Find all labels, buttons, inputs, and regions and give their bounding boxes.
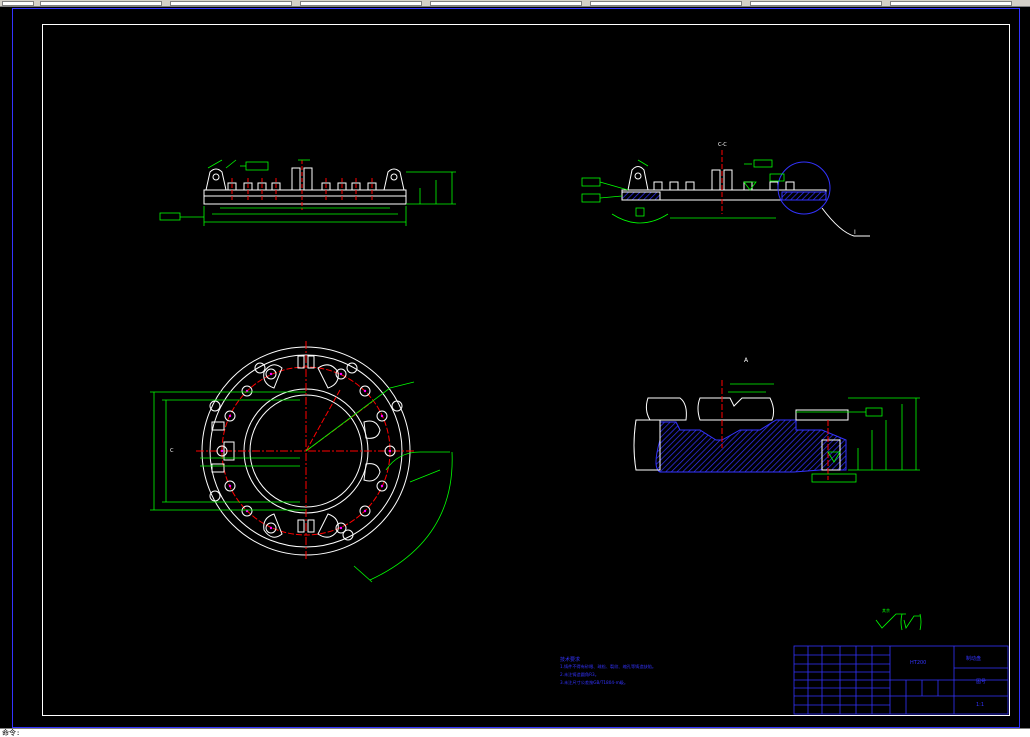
section-title: C-C <box>718 142 727 148</box>
section-boss-a <box>711 169 721 191</box>
tech-req-line: 2.未注铸造圆角R3。 <box>560 671 599 678</box>
section-a-label: A <box>744 357 749 364</box>
section-view-cc: I C-C <box>581 142 870 237</box>
title-block-material: HT200 <box>910 660 926 666</box>
section-a-view: A <box>633 357 920 483</box>
section-boss-b <box>723 169 733 191</box>
left-lug-hole <box>212 173 220 181</box>
front-view-top-left <box>159 159 456 226</box>
detail-label: I <box>854 229 856 236</box>
tech-req-title: 技术要求 <box>560 656 580 663</box>
right-lug-hole <box>390 173 398 181</box>
section-a-top-left <box>645 397 687 421</box>
title-block-drawing-no: 图号 <box>976 679 986 685</box>
plan-dimensions <box>150 381 453 583</box>
section-a-top-mid <box>697 397 775 421</box>
plate-body <box>203 189 407 205</box>
plan-section-label: C <box>170 448 174 454</box>
section-lug-hole <box>634 172 642 180</box>
technical-requirements: 技术要求 1.铸件不得有砂眼、疏松、裂纹、缩孔等铸造缺陷。 2.未注铸造圆角R3… <box>560 656 656 686</box>
detail-hatch <box>781 191 827 201</box>
radial-lines <box>305 389 373 452</box>
tech-req-line: 3.未注尺寸公差按GB/T1804-m级。 <box>560 679 628 686</box>
drawing-canvas[interactable]: I C-C C A 其余 技术要求 1.铸件不得有砂眼、疏松、裂纹、缩孔等铸造缺… <box>0 0 1030 736</box>
center-boss-left <box>291 167 301 191</box>
section-hatch-left <box>621 191 661 201</box>
bolt-centerlines <box>231 160 373 210</box>
section-lug <box>627 166 649 191</box>
title-block-part-name: 制动盘 <box>966 655 981 662</box>
plan-view: C <box>150 341 453 583</box>
section-a-body <box>655 419 847 473</box>
center-boss-right <box>303 167 313 191</box>
section-dimensions <box>581 159 785 224</box>
roughness-note: 其余 <box>882 607 890 613</box>
roughness-symbol <box>875 613 922 631</box>
detail-leader <box>821 207 870 237</box>
title-block-scale: 1:1 <box>976 702 984 708</box>
section-a-step <box>795 409 849 421</box>
tech-req-line: 1.铸件不得有砂眼、疏松、裂纹、缩孔等铸造缺陷。 <box>560 663 656 670</box>
